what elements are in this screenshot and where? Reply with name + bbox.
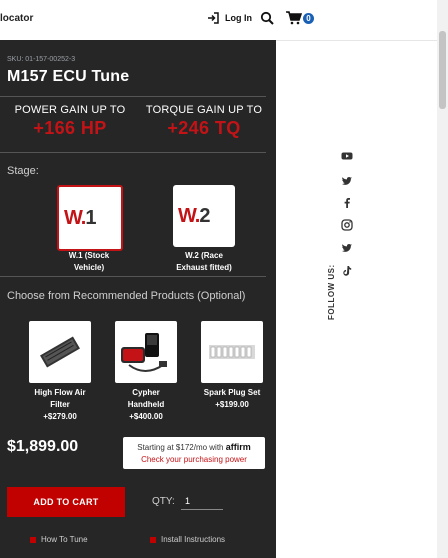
torque-gain-value: +246 TQ [167, 118, 241, 138]
cart-icon[interactable] [286, 11, 302, 25]
w1-logo: W.1 [64, 207, 96, 229]
air-filter-image[interactable] [29, 321, 91, 383]
affirm-logo: affirm [225, 442, 251, 452]
stage-option-w2[interactable]: W.2 [173, 185, 235, 247]
add-to-cart-button[interactable]: ADD TO CART [7, 487, 125, 517]
product-name: Spark Plug Set [203, 388, 261, 397]
stage-w2-caption: W.2 (Race Exhaust fitted) [176, 251, 232, 272]
install-instructions-link[interactable]: Install Instructions [150, 535, 225, 544]
login-link[interactable]: Log In [207, 12, 252, 24]
spark-plug-set-image[interactable] [201, 321, 263, 383]
torque-gain: TORQUE GAIN UP TO +246 TQ [139, 104, 269, 139]
recommended-title: Choose from Recommended Products (Option… [7, 290, 246, 302]
qty-label: QTY: [152, 496, 175, 507]
power-gain-value: +166 HP [33, 118, 107, 138]
spark-plug-graphic [209, 345, 255, 359]
follow-us-label: FOLLOW US: [327, 264, 336, 320]
wrench-icon [150, 536, 156, 543]
product-panel: SKU: 01-157-00252-3 M157 ECU Tune POWER … [0, 40, 276, 558]
facebook-icon[interactable] [341, 197, 353, 209]
search-icon[interactable] [260, 11, 274, 25]
power-gain: POWER GAIN UP TO +166 HP [5, 104, 135, 139]
twitter-icon[interactable] [341, 175, 353, 187]
stage-label: Stage: [7, 165, 39, 177]
affirm-check-link[interactable]: Check your purchasing power [123, 455, 265, 464]
product-sku: SKU: 01-157-00252-3 [7, 56, 76, 63]
product-name: High Flow Air Filter [34, 388, 86, 409]
product-price: +$400.00 [129, 412, 163, 421]
twitter-icon[interactable] [341, 242, 353, 254]
site-header: locator Log In 0 [0, 0, 448, 41]
product-name: Cypher Handheld [127, 388, 165, 409]
how-to-tune-link[interactable]: How To Tune [30, 535, 88, 544]
stage-option-w1[interactable]: W.1 [57, 185, 123, 251]
stage-w1-caption: W.1 (Stock Vehicle) [68, 251, 110, 272]
product-title: M157 ECU Tune [7, 68, 130, 85]
store-locator-link[interactable]: locator [0, 13, 33, 24]
instagram-icon[interactable] [341, 219, 353, 231]
air-filter-graphic [40, 336, 80, 368]
w2-logo: W.2 [178, 205, 210, 227]
cypher-handheld-image[interactable] [115, 321, 177, 383]
divider [0, 96, 266, 97]
youtube-icon[interactable] [341, 150, 353, 162]
tiktok-icon[interactable] [341, 265, 353, 277]
affirm-offer: Starting at $172/mo with affirm [137, 442, 251, 452]
login-label: Log In [225, 13, 252, 23]
product-price: +$279.00 [43, 412, 77, 421]
torque-gain-label: TORQUE GAIN UP TO [145, 104, 263, 116]
affirm-widget[interactable]: Starting at $172/mo with affirm Check yo… [123, 437, 265, 469]
divider [0, 152, 266, 153]
product-price: +$199.00 [215, 400, 249, 409]
cypher-graphic [121, 333, 167, 372]
login-icon [208, 12, 219, 24]
scrollbar-thumb[interactable] [439, 31, 446, 109]
video-icon [30, 536, 36, 543]
quantity-field[interactable] [181, 492, 223, 510]
cart-count-badge: 0 [303, 13, 314, 24]
power-gain-label: POWER GAIN UP TO [14, 104, 126, 116]
product-price-total: $1,899.00 [7, 438, 79, 455]
divider [0, 276, 266, 277]
